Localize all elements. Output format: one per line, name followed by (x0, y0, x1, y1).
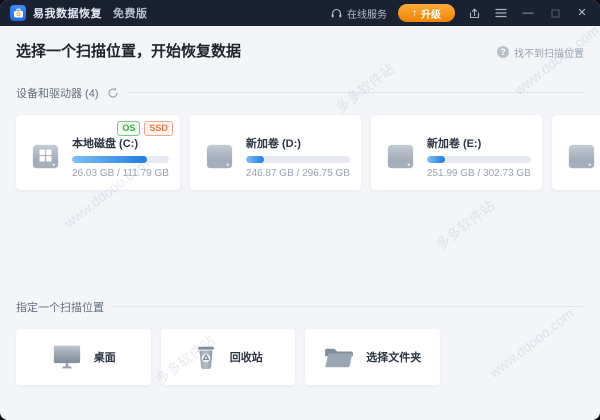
page-header: 选择一个扫描位置，开始恢复数据 ? 找不到扫描位置 (16, 26, 584, 62)
location-card-choose-folder[interactable]: 选择文件夹 (305, 329, 440, 385)
location-card-desktop[interactable]: 桌面 (16, 329, 151, 385)
locations-section-header: 指定一个扫描位置 (16, 300, 584, 313)
capacity-bar-fill (72, 156, 147, 163)
minimize-button[interactable]: — (520, 5, 536, 21)
section-divider (112, 306, 584, 307)
activate-box-icon[interactable] (466, 5, 482, 21)
app-title: 易我数据恢复 (33, 5, 102, 21)
drive-icon (565, 140, 598, 173)
locations-section-label: 指定一个扫描位置 (16, 299, 104, 315)
drive-name: 新加卷 (D:) (246, 135, 350, 151)
headset-icon (330, 7, 343, 20)
location-label: 选择文件夹 (366, 349, 421, 365)
app-edition-label: 免费版 (113, 5, 148, 21)
maximize-button[interactable] (547, 5, 563, 21)
main-content: 选择一个扫描位置，开始恢复数据 ? 找不到扫描位置 设备和驱动器 (4) OS (0, 26, 600, 385)
online-service-label: 在线服务 (347, 6, 387, 21)
folder-icon (323, 345, 355, 370)
help-link-label: 找不到扫描位置 (514, 45, 584, 60)
devices-section-label: 设备和驱动器 (4) (16, 85, 99, 101)
desktop-icon (51, 343, 83, 371)
location-card-recycle-bin[interactable]: 回收站 (161, 329, 296, 385)
capacity-bar-fill (427, 156, 445, 163)
drive-badges: OS SSD (117, 121, 173, 136)
titlebar-right: 在线服务 ↑ 升级 — (330, 4, 590, 22)
drive-size: 246.87 GB / 296.75 GB (246, 168, 350, 179)
location-label: 回收站 (230, 349, 263, 365)
drive-name: 新加卷 (E:) (427, 135, 531, 151)
titlebar-left: 易我数据恢复 免费版 (10, 5, 148, 21)
online-service-button[interactable]: 在线服务 (330, 6, 387, 21)
drive-size: 26.03 GB / 111.79 GB (72, 168, 169, 179)
drive-card-d[interactable]: 新加卷 (D:) 246.87 GB / 296.75 GB (190, 115, 361, 190)
help-link[interactable]: ? 找不到扫描位置 (497, 45, 584, 60)
drive-size: 251.99 GB / 302.73 GB (427, 168, 531, 179)
app-logo-icon (10, 5, 26, 21)
drive-icon (384, 140, 417, 173)
app-window: 易我数据恢复 免费版 在线服务 ↑ 升级 (0, 0, 600, 420)
close-button[interactable]: ✕ (574, 5, 590, 21)
up-arrow-icon: ↑ (412, 8, 417, 19)
drive-card-c[interactable]: OS SSD (16, 115, 180, 190)
upgrade-button[interactable]: ↑ 升级 (398, 4, 455, 22)
question-icon: ? (497, 46, 509, 58)
drive-grid: OS SSD (16, 115, 584, 190)
drive-card-e[interactable]: 新加卷 (E:) 251.99 GB / 302.73 GB (371, 115, 542, 190)
drive-name: 本地磁盘 (C:) (72, 135, 169, 151)
recycle-bin-icon (193, 343, 219, 371)
location-label: 桌面 (94, 349, 116, 365)
menu-icon[interactable] (493, 5, 509, 21)
capacity-bar (72, 156, 169, 163)
location-grid: 桌面 回收站 (16, 329, 584, 385)
titlebar: 易我数据恢复 免费版 在线服务 ↑ 升级 (0, 0, 600, 26)
ssd-badge: SSD (144, 121, 173, 136)
refresh-icon[interactable] (107, 87, 119, 99)
os-badge: OS (117, 121, 140, 136)
drive-card-f[interactable]: 新加卷 (F:) 285.74 GB / 332.03 GB (552, 115, 600, 190)
capacity-bar-fill (246, 156, 264, 163)
drive-icon (203, 140, 236, 173)
capacity-bar (246, 156, 350, 163)
devices-section-header: 设备和驱动器 (4) (16, 86, 584, 99)
upgrade-label: 升级 (421, 6, 441, 21)
page-title: 选择一个扫描位置，开始恢复数据 (16, 42, 241, 62)
system-drive-icon (29, 140, 62, 173)
capacity-bar (427, 156, 531, 163)
section-divider (127, 92, 585, 93)
